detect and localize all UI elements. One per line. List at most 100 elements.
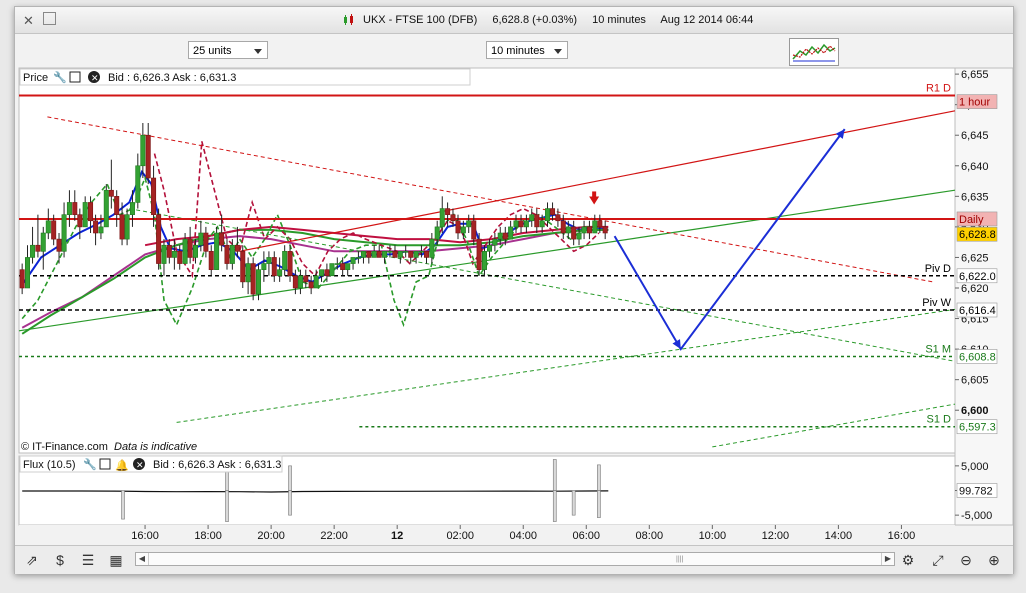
candle-body [234,244,240,252]
candle-body [256,269,262,295]
flux-legend-label: Flux (10.5) [23,459,76,471]
candle-body [529,214,535,222]
candle-body [266,257,272,264]
time-tick-label: 04:00 [509,530,537,542]
down-arrow-marker-stem [592,191,597,198]
candle-body [124,214,130,240]
indicative-text: Data is indicative [114,441,197,453]
price-legend: Price 🔧 ✕ Bid : 6,626.3 Ask : 6,631.3 [19,68,471,86]
candle-body [282,251,288,270]
wrench-icon[interactable]: 🔧 [53,70,67,84]
zoom-in-icon[interactable]: ⊕ [985,551,1003,569]
candle-body [45,220,51,234]
candle-body [108,189,114,197]
candle-body [534,214,540,228]
candle-body [313,275,319,289]
zoom-fit-icon[interactable]: ⤢ [929,551,947,569]
time-tick-label: 12 [391,530,403,542]
price-tick-label: 6,640 [961,161,989,173]
candle-body [25,257,31,289]
copyright-text: © IT-Finance.com [21,441,108,453]
zoom-out-icon[interactable]: ⊖ [957,551,975,569]
scroll-grip-icon[interactable]: |||| [676,556,683,563]
candle-body [198,232,204,246]
candle-body [297,275,303,289]
candle-body [171,251,177,258]
candle-body [508,226,514,240]
candle-body [324,269,330,277]
list-icon[interactable]: ☰ [79,551,97,569]
candle-body [355,257,361,259]
candle-body [135,165,141,203]
time-tick-label: 18:00 [194,530,222,542]
candle-body [497,232,503,240]
candle-body [182,238,188,264]
candle-body [308,281,314,289]
chart-area[interactable]: 6,6556,6506,6456,6406,6356,6306,6256,620… [15,7,1013,545]
candle-body [392,251,398,258]
time-tick-label: 22:00 [320,530,348,542]
candle-body [350,257,356,264]
candle-body [366,251,372,258]
level-label: S1 D [927,414,952,426]
candle-body [40,232,46,252]
candle-body [30,244,36,258]
level-label: Piv D [925,263,951,275]
candle-body [292,275,298,289]
candle-body [413,251,419,258]
bell-icon[interactable]: 🔔 [115,459,129,472]
export-icon[interactable]: ⇗ [23,551,41,569]
candle-body [360,251,366,258]
candle-body [35,244,41,252]
price-tag-label: 6,628.8 [959,229,996,241]
price-tick-label: 6,635 [961,191,989,203]
price-tick-label: 6,655 [961,69,989,81]
chart-window: ✕ UKX - FTSE 100 (DFB) 6,628.8 (+0.03%) … [14,6,1014,574]
candle-body [156,214,162,264]
flux-legend: Flux (10.5) 🔧 🔔 ✕ Bid : 6,626.3 Ask : 6,… [19,455,283,473]
candle-body [550,208,556,215]
flux-spike [552,490,557,522]
level-label: R1 D [926,83,951,95]
dollar-icon[interactable]: $ [51,551,69,569]
price-tick-label: 6,620 [961,283,989,295]
candle-body [61,214,67,252]
scroll-left-icon[interactable]: ◀ [136,553,149,565]
candle-body [224,244,230,264]
candle-body [481,251,487,270]
candle-body [429,238,435,258]
price-tick-label: 6,645 [961,130,989,142]
grid-icon[interactable]: ▦ [107,551,125,569]
flux-bid-ask: Bid : 6,626.3 Ask : 6,631.3 [153,459,281,471]
candle-body [271,257,277,277]
wrench-icon[interactable]: 🔧 [83,457,97,471]
candle-body [397,251,403,258]
candle-body [455,220,461,234]
price-legend-label: Price [23,72,48,84]
candle-body [19,269,25,289]
scroll-right-icon[interactable]: ▶ [881,553,894,565]
candle-body [545,208,551,222]
time-tick-label: 14:00 [825,530,853,542]
price-tick-label: 6,605 [961,375,989,387]
candle-body [492,238,498,246]
candle-body [460,226,466,234]
window-icon[interactable] [69,71,81,83]
time-tick-label: 16:00 [888,530,916,542]
flux-spike [288,465,292,491]
chart-settings-icon[interactable]: ⚙ [899,551,917,569]
candle-body [576,232,582,240]
candle-body [177,251,183,264]
candle-body [261,263,267,270]
candle-body [151,177,157,215]
candle-body [98,226,104,234]
flux-spike [552,459,557,491]
window-icon[interactable] [99,458,111,470]
candle-body [571,226,577,240]
price-legend-box [19,68,471,86]
horizontal-scrollbar[interactable]: ◀ |||| ▶ [135,552,895,566]
time-tick-label: 20:00 [257,530,285,542]
candle-body [219,232,225,246]
time-axis: 16:00 18:00 20:00 22:00 12 02:00 04:00 06:00 08:… [19,525,955,545]
candle-body [439,208,445,228]
